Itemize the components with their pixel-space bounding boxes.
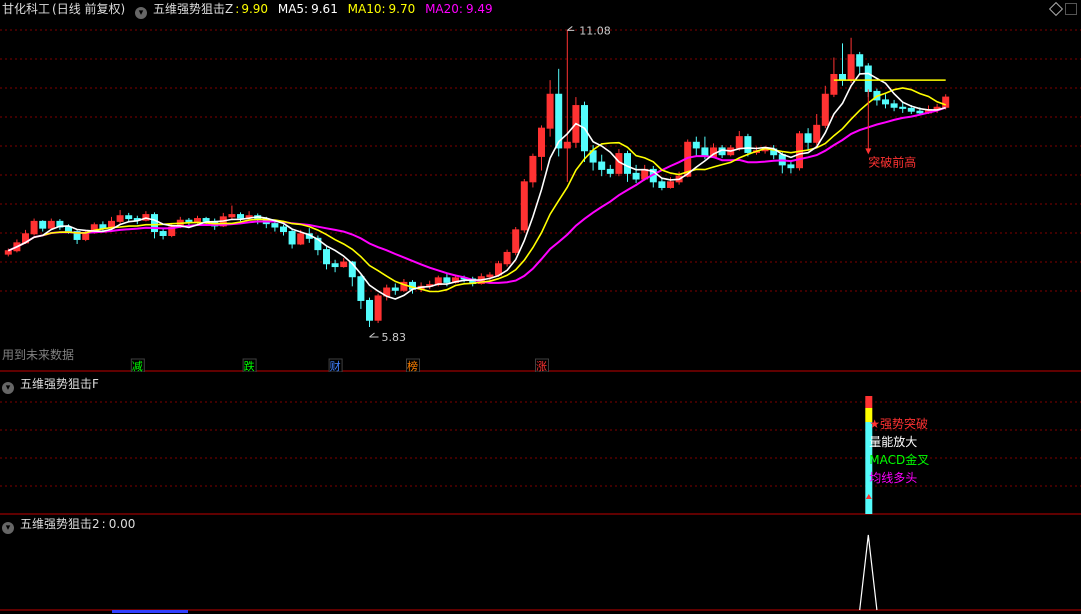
candle-fill [822,94,829,126]
candle-body [391,287,399,291]
candle-fill [495,263,502,276]
event-tag: 跌 [244,359,255,372]
candle-body [804,133,812,143]
candle-fill [736,136,743,148]
main-chart-panel: 甘化科工 (日线 前复权) ▾ 五维强势狙击Z:9.90 MA5: 9.61 MA10… [0,0,1081,372]
candle-body [907,107,915,112]
scroll-indicator [112,610,188,613]
signal-label: 均线多头 [869,471,917,485]
price-grid [0,29,1081,292]
candle-body [323,249,330,265]
candlestick-chart[interactable]: 11.08 5.83 突破前高减 跌 财 榜 涨 [0,0,1081,372]
event-tag: 榜 [407,359,418,372]
candle-body [39,220,47,229]
candle-body [159,231,167,236]
candle-fill [5,250,12,255]
candle-body [288,231,296,245]
candle-fill [228,214,235,217]
signal-label: MACD金叉 [869,452,929,467]
candle-body [890,103,898,108]
candle-fill [486,275,493,277]
signal-bar-red [865,396,873,408]
candle-fill [117,215,124,222]
candle-fill [375,295,382,321]
candle-body [692,141,700,149]
candle-fill [529,156,536,182]
candle-body [331,263,339,268]
signal-label: 量能放大 [869,434,917,449]
low-price-label: 5.83 [382,331,407,344]
candle-body [65,226,72,233]
signal-bar-chart: ★强势突破量能放大 MACD金叉均线多头 [0,396,1081,515]
candle-body [280,226,287,233]
candle-body [632,172,640,180]
candle-fill [340,262,347,267]
candle-fill [521,181,528,230]
ma5-line [7,72,946,300]
panel-2: ▾ 五维强势狙击2:0.00 [0,515,1081,614]
candle-body [916,110,924,114]
f-panel: ▾ 五维强势狙击F ★强势突破 量能放大 MACD金叉 均线多头 [0,372,1081,515]
candle-fill [667,181,674,188]
signal-line-chart [0,534,1081,613]
event-tag: 财 [330,359,341,372]
low-marker [369,332,379,338]
candle-fill [297,233,304,244]
f-grid [0,401,1081,487]
breakout-label: 突破前高 [868,154,916,169]
candle-body [598,161,606,170]
candle-body [366,299,373,321]
breakout-arrowhead [865,148,872,155]
ma10-line [7,87,946,293]
candle-fill [31,221,38,234]
candle-body [443,277,451,283]
candle-fill [538,128,545,157]
candle-body [899,106,907,109]
candle-body [606,168,614,174]
candle-fill [564,142,571,148]
candle-fill [813,125,820,143]
candle-body [856,54,864,67]
signal-label: ★强势突破 [869,416,928,431]
candle-body [864,65,872,92]
candle-fill [512,229,519,253]
candle-body [658,181,666,188]
candle-fill [830,74,837,95]
candle-fill [547,94,554,129]
candle-body [787,164,795,169]
candle-body [839,73,846,81]
candle-fill [504,252,511,264]
candle-body [624,153,631,174]
candle-body [202,218,210,222]
candle-fill [942,97,949,108]
candle-body [271,223,279,228]
signal-spike [859,534,878,611]
event-tag: 涨 [536,360,547,372]
event-tag: 减 [132,360,143,372]
candle-body [882,99,889,105]
candle-body [357,276,365,301]
candle-fill [848,54,855,81]
candle-fill [48,221,55,229]
candle-body [744,136,752,153]
candle-body [125,215,133,220]
candle-body [237,214,244,219]
high-price-label: 11.08 [579,24,611,37]
candle-body [99,224,107,229]
